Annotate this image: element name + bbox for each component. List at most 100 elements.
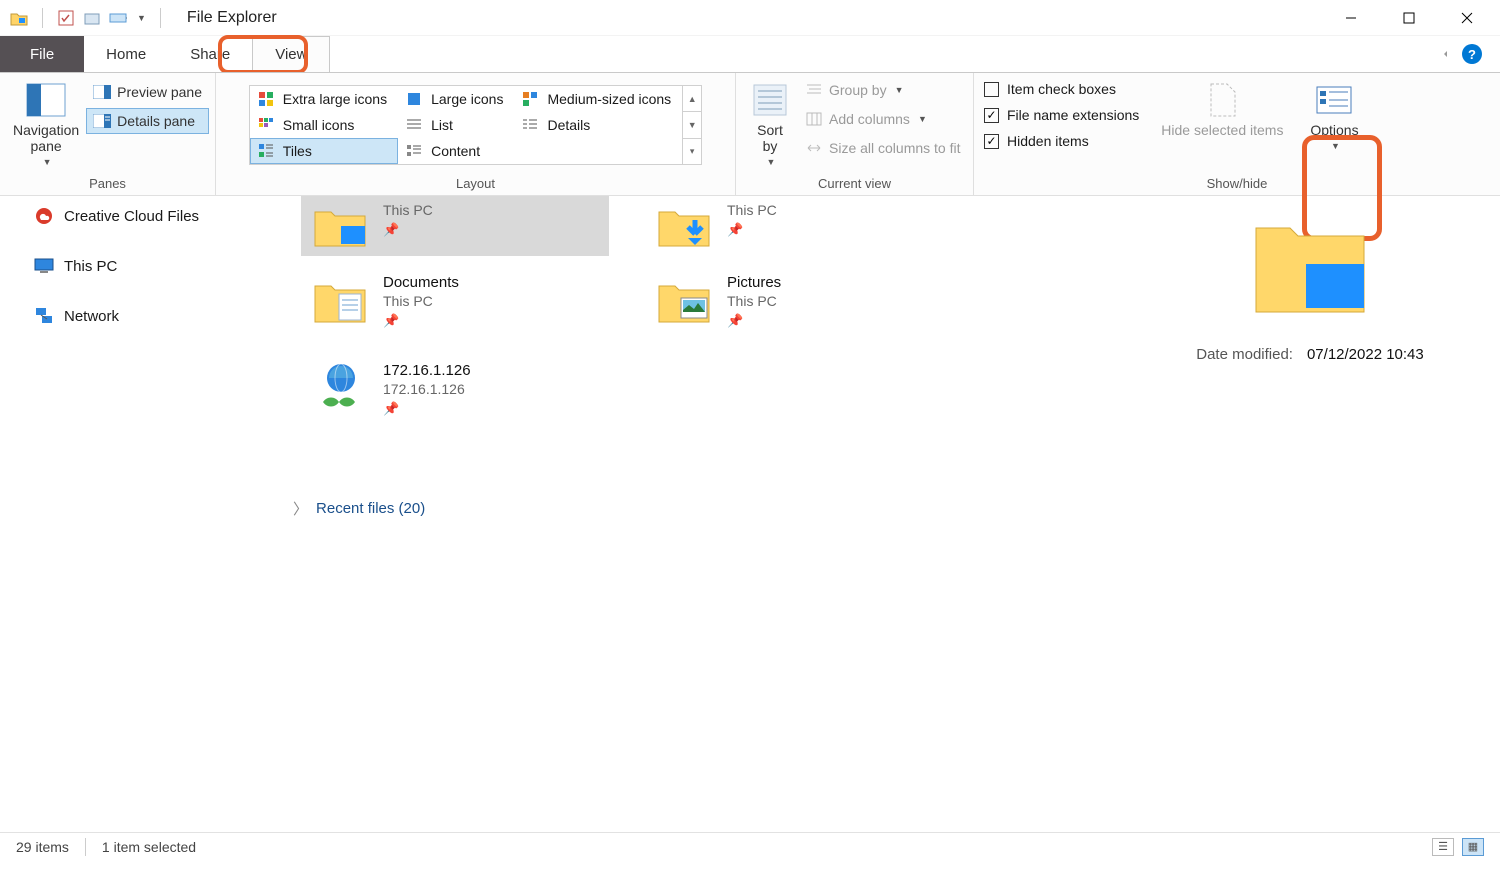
layout-gallery-scroll[interactable]: ▲▼▾ — [682, 86, 701, 164]
status-selection: 1 item selected — [102, 839, 196, 855]
content-icon — [405, 142, 423, 160]
add-columns-icon — [805, 110, 823, 128]
help-icon[interactable]: ? — [1462, 44, 1482, 64]
details-preview-icon — [1250, 210, 1370, 320]
view-details-switch[interactable]: ☰ — [1432, 838, 1454, 856]
tile-location: This PC — [727, 293, 781, 309]
large-icons-icon — [405, 90, 423, 108]
sidebar-item-this-pc[interactable]: This PC — [10, 250, 275, 282]
tile-documents[interactable]: Documents This PC 📌 — [301, 270, 609, 333]
hidden-items-checkbox[interactable]: Hidden items — [980, 131, 1143, 151]
item-checkboxes-checkbox[interactable]: Item check boxes — [980, 79, 1143, 99]
details-pane-button[interactable]: Details pane — [86, 108, 209, 134]
separator — [160, 8, 161, 28]
network-location-icon — [309, 362, 371, 414]
hide-selected-button[interactable]: Hide selected items — [1155, 77, 1289, 142]
chevron-down-icon: ▼ — [43, 157, 52, 167]
folder-documents-icon — [309, 274, 371, 326]
tab-home[interactable]: Home — [84, 36, 168, 72]
recent-files-label: Recent files (20) — [316, 500, 425, 517]
details-pane-label: Details pane — [117, 113, 195, 129]
tile-network-location[interactable]: 172.16.1.126 172.16.1.126 📌 — [301, 358, 609, 421]
undo-icon[interactable] — [109, 9, 127, 27]
group-panes: Navigation pane ▼ Preview pane Details p… — [0, 73, 216, 195]
layout-large[interactable]: Large icons — [398, 86, 514, 112]
layout-content[interactable]: Content — [398, 138, 514, 164]
close-button[interactable] — [1438, 0, 1496, 36]
folder-pictures-icon — [653, 274, 715, 326]
navigation-pane-button[interactable]: Navigation pane ▼ — [6, 77, 86, 172]
tile-name: 172.16.1.126 — [383, 362, 471, 379]
group-layout-label: Layout — [216, 173, 735, 195]
pin-icon: 📌 — [383, 222, 433, 238]
layout-medium[interactable]: Medium-sized icons — [514, 86, 682, 112]
group-show-hide-label: Show/hide — [974, 173, 1500, 195]
chevron-down-icon: ▼ — [1331, 141, 1340, 151]
file-extensions-checkbox[interactable]: File name extensions — [980, 105, 1143, 125]
tab-view[interactable]: View — [252, 36, 330, 72]
layout-details[interactable]: Details — [514, 112, 682, 138]
tile-name: Documents — [383, 274, 459, 291]
layout-extra-large[interactable]: Extra large icons — [250, 86, 398, 112]
add-columns-button[interactable]: Add columns▼ — [798, 106, 968, 132]
details-pane-icon — [93, 112, 111, 130]
ribbon-tabs: File Home Share View ? — [0, 36, 1500, 72]
group-current-view: Sort by ▼ Group by▼ Add columns▼ Size al… — [736, 73, 974, 195]
sidebar-item-network[interactable]: Network — [10, 300, 275, 332]
qat-dropdown[interactable]: ▼ — [137, 13, 146, 23]
tile-pictures[interactable]: PicturesThis PC📌 — [645, 270, 953, 333]
minimize-button[interactable] — [1322, 0, 1380, 36]
size-columns-button[interactable]: Size all columns to fit — [798, 135, 968, 161]
tile-downloads[interactable]: This PC📌 — [645, 196, 953, 256]
sort-by-label: Sort by — [748, 122, 792, 154]
hide-selected-label: Hide selected items — [1161, 122, 1283, 138]
navigation-pane-label: Navigation pane — [12, 122, 80, 154]
tab-share[interactable]: Share — [168, 36, 252, 72]
group-by-button[interactable]: Group by▼ — [798, 77, 968, 103]
navigation-tree: Creative Cloud Files This PC Network — [0, 196, 285, 832]
separator — [42, 8, 43, 28]
title-bar: ▼ File Explorer — [0, 0, 1500, 36]
recent-files-header[interactable]: 〉 Recent files (20) — [285, 492, 425, 519]
checkbox-icon — [984, 134, 999, 149]
tile-desktop[interactable]: This PC 📌 — [301, 196, 609, 256]
options-button[interactable]: Options ▼ — [1301, 77, 1367, 155]
details-date-value: 07/12/2022 10:43 — [1307, 346, 1424, 363]
explorer-icon — [10, 9, 28, 27]
properties-icon[interactable] — [57, 9, 75, 27]
layout-tiles[interactable]: Tiles — [250, 138, 398, 164]
sort-by-button[interactable]: Sort by ▼ — [742, 77, 798, 172]
list-icon — [405, 116, 423, 134]
tab-file[interactable]: File — [0, 36, 84, 72]
tile-location: This PC — [383, 202, 433, 218]
group-current-view-label: Current view — [736, 173, 973, 195]
tile-location: 172.16.1.126 — [383, 381, 471, 397]
sidebar-item-creative-cloud[interactable]: Creative Cloud Files — [10, 200, 275, 232]
pin-icon: 📌 — [727, 222, 777, 238]
window-controls — [1322, 0, 1496, 36]
size-columns-icon — [805, 139, 823, 157]
tile-name: Pictures — [727, 274, 781, 291]
status-bar: 29 items 1 item selected ☰ ▦ — [0, 832, 1500, 860]
folder-desktop-icon — [309, 200, 371, 252]
details-icon — [521, 116, 539, 134]
preview-pane-button[interactable]: Preview pane — [86, 79, 209, 105]
pin-icon: 📌 — [383, 313, 459, 329]
details-pane: Date modified: 07/12/2022 10:43 — [1120, 196, 1500, 832]
window-title: File Explorer — [187, 9, 277, 27]
details-date-modified: Date modified: 07/12/2022 10:43 — [1130, 346, 1490, 363]
tiles-icon — [257, 142, 275, 160]
sort-icon — [750, 81, 790, 119]
this-pc-icon — [34, 256, 54, 276]
layout-list[interactable]: List — [398, 112, 514, 138]
maximize-button[interactable] — [1380, 0, 1438, 36]
options-label: Options — [1310, 122, 1358, 138]
view-thumbnails-switch[interactable]: ▦ — [1462, 838, 1484, 856]
options-icon — [1314, 81, 1354, 119]
tile-location: This PC — [383, 293, 459, 309]
layout-small[interactable]: Small icons — [250, 112, 398, 138]
pin-icon: 📌 — [383, 401, 471, 417]
new-folder-icon[interactable] — [83, 9, 101, 27]
pin-ribbon-icon[interactable] — [1434, 46, 1450, 62]
content-area[interactable]: This PC 📌 This PC 📌 Documents This PC 📌 — [285, 196, 1120, 832]
